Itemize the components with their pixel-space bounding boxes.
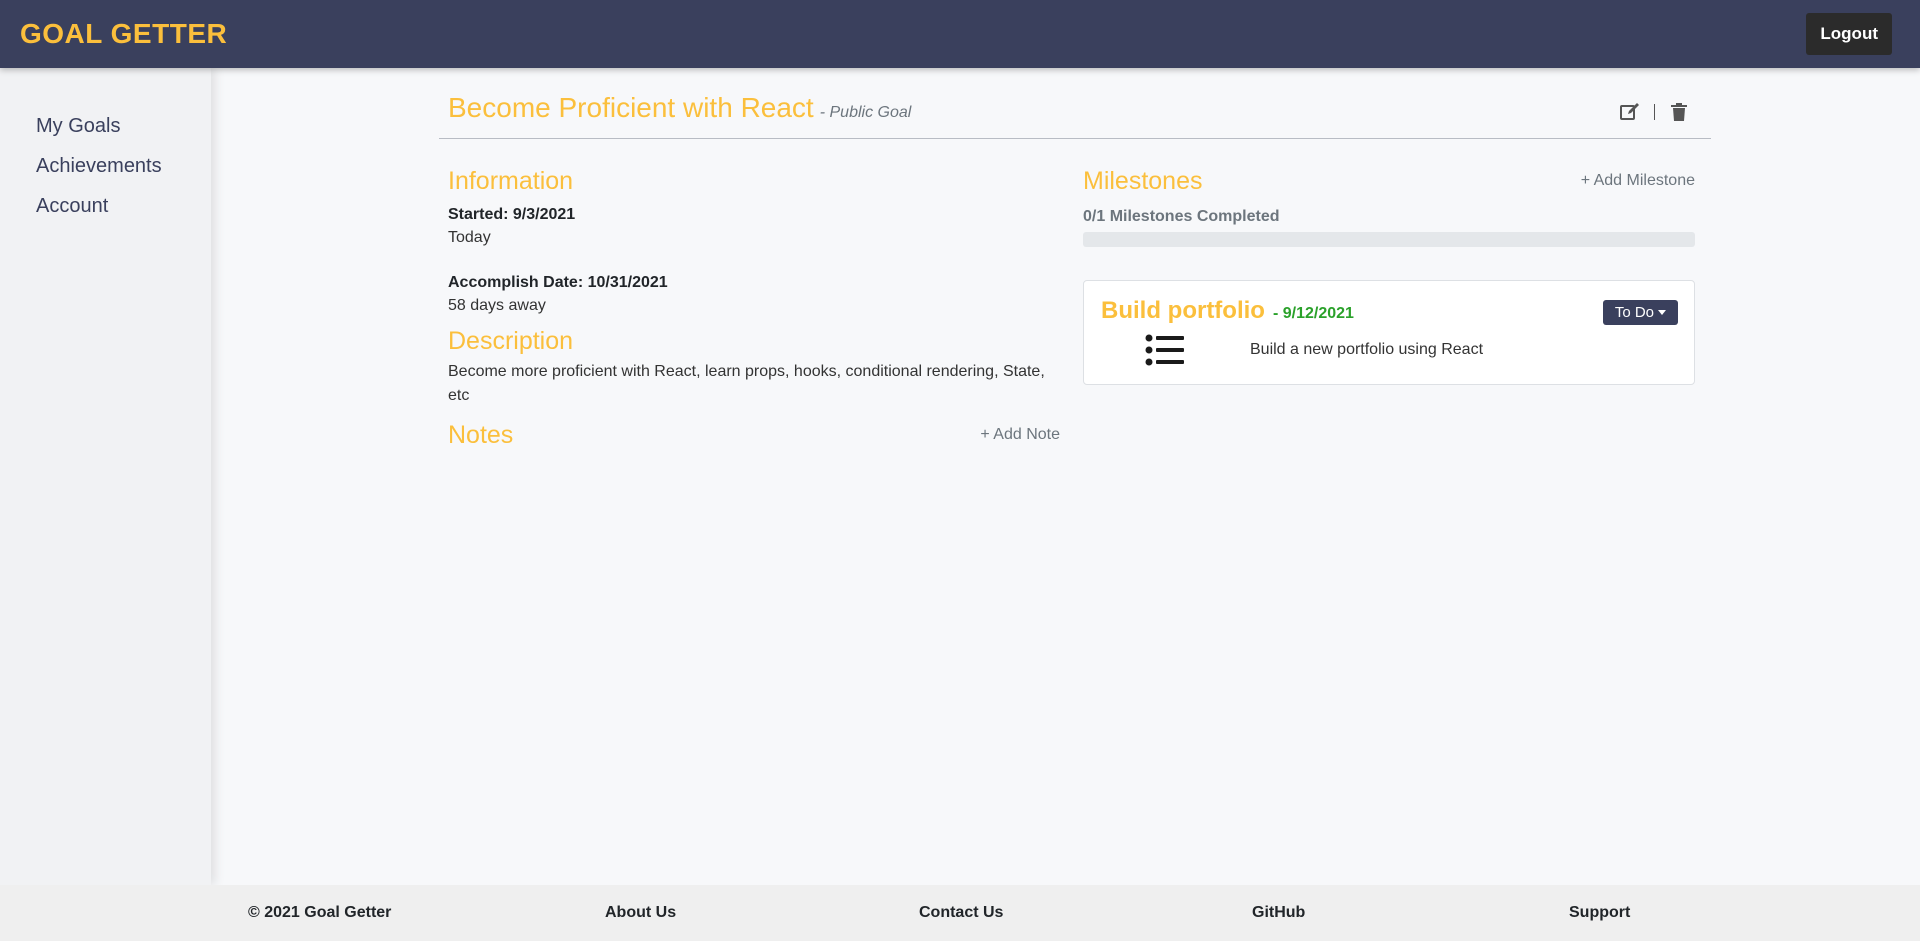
goal-detail: Become Proficient with React - Public Go… — [439, 68, 1711, 449]
milestones-header: Milestones + Add Milestone — [1083, 166, 1695, 196]
goal-title: Become Proficient with React — [448, 92, 814, 123]
list-icon — [1145, 334, 1185, 366]
started-relative: Today — [448, 229, 491, 246]
sidebar: My Goals Achievements Account — [0, 68, 211, 885]
goal-visibility: - Public Goal — [819, 104, 912, 121]
footer-contact-link[interactable]: Contact Us — [919, 904, 1003, 922]
information-heading: Information — [448, 167, 574, 195]
accomplish-date: Accomplish Date: 10/31/2021 — [448, 274, 668, 291]
footer-support-link[interactable]: Support — [1569, 904, 1630, 922]
trash-icon[interactable] — [1669, 102, 1689, 122]
goal-info-column: Information Started: 9/3/2021 Today Acco… — [448, 166, 1060, 450]
accomplish-relative: 58 days away — [448, 297, 546, 314]
milestone-title: Build portfolio — [1101, 297, 1265, 324]
milestone-card: Build portfolio - 9/12/2021 To Do Build … — [1083, 280, 1695, 385]
brand-logo[interactable]: GOAL GETTER — [20, 18, 227, 50]
goal-actions — [1620, 102, 1689, 122]
milestones-completed-text: 0/1 Milestones Completed — [1083, 208, 1280, 225]
milestones-progress-bar — [1083, 232, 1695, 247]
milestone-date: - 9/12/2021 — [1272, 305, 1354, 322]
footer-about-link[interactable]: About Us — [605, 904, 676, 922]
sidebar-item-account[interactable]: Account — [0, 186, 211, 226]
sidebar-item-my-goals[interactable]: My Goals — [0, 106, 211, 146]
footer-github-link[interactable]: GitHub — [1252, 904, 1305, 922]
logout-button[interactable]: Logout — [1806, 13, 1892, 55]
chevron-down-icon — [1658, 310, 1666, 315]
edit-icon[interactable] — [1620, 102, 1640, 122]
status-label: To Do — [1614, 304, 1654, 321]
footer-copyright: © 2021 Goal Getter — [248, 904, 392, 921]
milestone-description: Build a new portfolio using React — [1250, 341, 1484, 358]
add-note-button[interactable]: + Add Note — [980, 426, 1060, 444]
add-milestone-button[interactable]: + Add Milestone — [1581, 172, 1695, 190]
notes-heading: Notes — [448, 421, 514, 449]
goal-header: Become Proficient with React - Public Go… — [439, 68, 1711, 139]
goal-description: Become more proficient with React, learn… — [448, 363, 1045, 404]
top-navbar: GOAL GETTER Logout — [0, 0, 1920, 68]
milestones-column: Milestones + Add Milestone 0/1 Milestone… — [1083, 166, 1695, 385]
milestone-status-dropdown[interactable]: To Do — [1602, 300, 1678, 325]
footer: © 2021 Goal Getter About Us Contact Us G… — [0, 885, 1920, 941]
milestones-heading: Milestones — [1083, 167, 1203, 195]
started-date: Started: 9/3/2021 — [448, 206, 576, 223]
actions-divider — [1654, 104, 1655, 120]
notes-header: Notes + Add Note — [448, 420, 1060, 450]
milestone-title-row: Build portfolio - 9/12/2021 — [1101, 297, 1354, 325]
sidebar-item-achievements[interactable]: Achievements — [0, 146, 211, 186]
description-heading: Description — [448, 327, 574, 355]
